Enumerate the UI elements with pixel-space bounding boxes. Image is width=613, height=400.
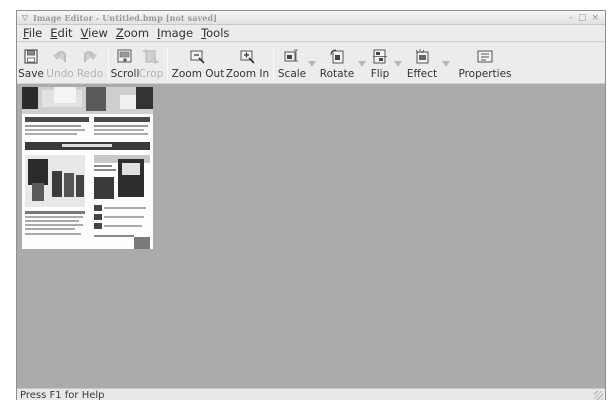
scale-icon (283, 48, 301, 65)
close-icon[interactable]: × (591, 13, 599, 23)
menu-file[interactable]: File (23, 26, 42, 40)
flip-icon (371, 48, 389, 65)
scale-button[interactable]: Scale (277, 43, 307, 83)
scale-label: Scale (277, 68, 307, 80)
scroll-button[interactable]: Scroll (110, 43, 140, 83)
flip-button[interactable]: Flip (367, 43, 393, 83)
window-controls: – □ × (568, 13, 605, 23)
zoom-out-label: Zoom Out (171, 68, 225, 80)
window-title: Image Editor - Untitled.bmp [not saved] (33, 12, 218, 23)
redo-arrow-icon (81, 48, 99, 65)
zoom-in-icon (239, 48, 257, 65)
properties-button[interactable]: Properties (455, 43, 515, 83)
scale-dropdown-arrow-icon[interactable] (307, 43, 317, 83)
effect-label: Effect (406, 68, 438, 80)
menu-tools[interactable]: Tools (201, 26, 229, 40)
zoom-out-icon (189, 48, 207, 65)
minimize-icon[interactable]: – (568, 13, 573, 23)
toolbar: Save Undo Redo Scroll Crop Zoom Out Zoom… (17, 43, 605, 84)
scroll-hand-icon (116, 48, 134, 65)
properties-label: Properties (458, 68, 512, 80)
undo-arrow-icon (51, 48, 69, 65)
zoom-out-button[interactable]: Zoom Out (171, 43, 225, 83)
menu-image[interactable]: Image (157, 26, 193, 40)
status-text: Press F1 for Help (20, 389, 105, 400)
zoom-in-button[interactable]: Zoom In (225, 43, 270, 83)
save-label: Save (18, 68, 44, 80)
image-canvas[interactable] (17, 84, 605, 389)
status-bar: Press F1 for Help (17, 388, 605, 400)
menu-zoom[interactable]: Zoom (116, 26, 149, 40)
redo-label: Redo (76, 68, 104, 80)
effect-button[interactable]: Effect (403, 43, 441, 83)
crop-icon (142, 48, 160, 65)
floppy-disk-icon (22, 48, 40, 65)
flip-label: Flip (370, 68, 390, 80)
save-button[interactable]: Save (17, 43, 45, 83)
rotate-button[interactable]: Rotate (317, 43, 357, 83)
toolbar-separator (273, 46, 274, 80)
scroll-label: Scroll (110, 68, 140, 80)
window-menu-icon[interactable]: ▽ (17, 13, 33, 22)
redo-button[interactable]: Redo (75, 43, 105, 83)
menu-bar: File Edit View Zoom Image Tools (17, 25, 605, 42)
undo-label: Undo (46, 68, 74, 80)
image-editor-window: ▽ Image Editor - Untitled.bmp [not saved… (16, 10, 606, 400)
rotate-label: Rotate (319, 68, 355, 80)
undo-button[interactable]: Undo (45, 43, 75, 83)
effect-icon (413, 48, 431, 65)
toolbar-separator (167, 46, 168, 80)
flip-dropdown-arrow-icon[interactable] (393, 43, 403, 83)
crop-button[interactable]: Crop (138, 43, 164, 83)
properties-icon (476, 48, 494, 65)
rotate-icon (328, 48, 346, 65)
crop-label: Crop (138, 68, 164, 80)
rotate-dropdown-arrow-icon[interactable] (357, 43, 367, 83)
zoom-in-label: Zoom In (225, 68, 270, 80)
effect-dropdown-arrow-icon[interactable] (441, 43, 451, 83)
menu-view[interactable]: View (81, 26, 108, 40)
maximize-icon[interactable]: □ (578, 13, 587, 23)
title-bar[interactable]: ▽ Image Editor - Untitled.bmp [not saved… (17, 11, 605, 25)
document-image-preview[interactable] (22, 87, 153, 249)
scanned-brochure-image (22, 87, 153, 249)
menu-edit[interactable]: Edit (50, 26, 72, 40)
toolbar-separator (108, 46, 109, 80)
resize-grip-icon[interactable] (594, 390, 603, 400)
